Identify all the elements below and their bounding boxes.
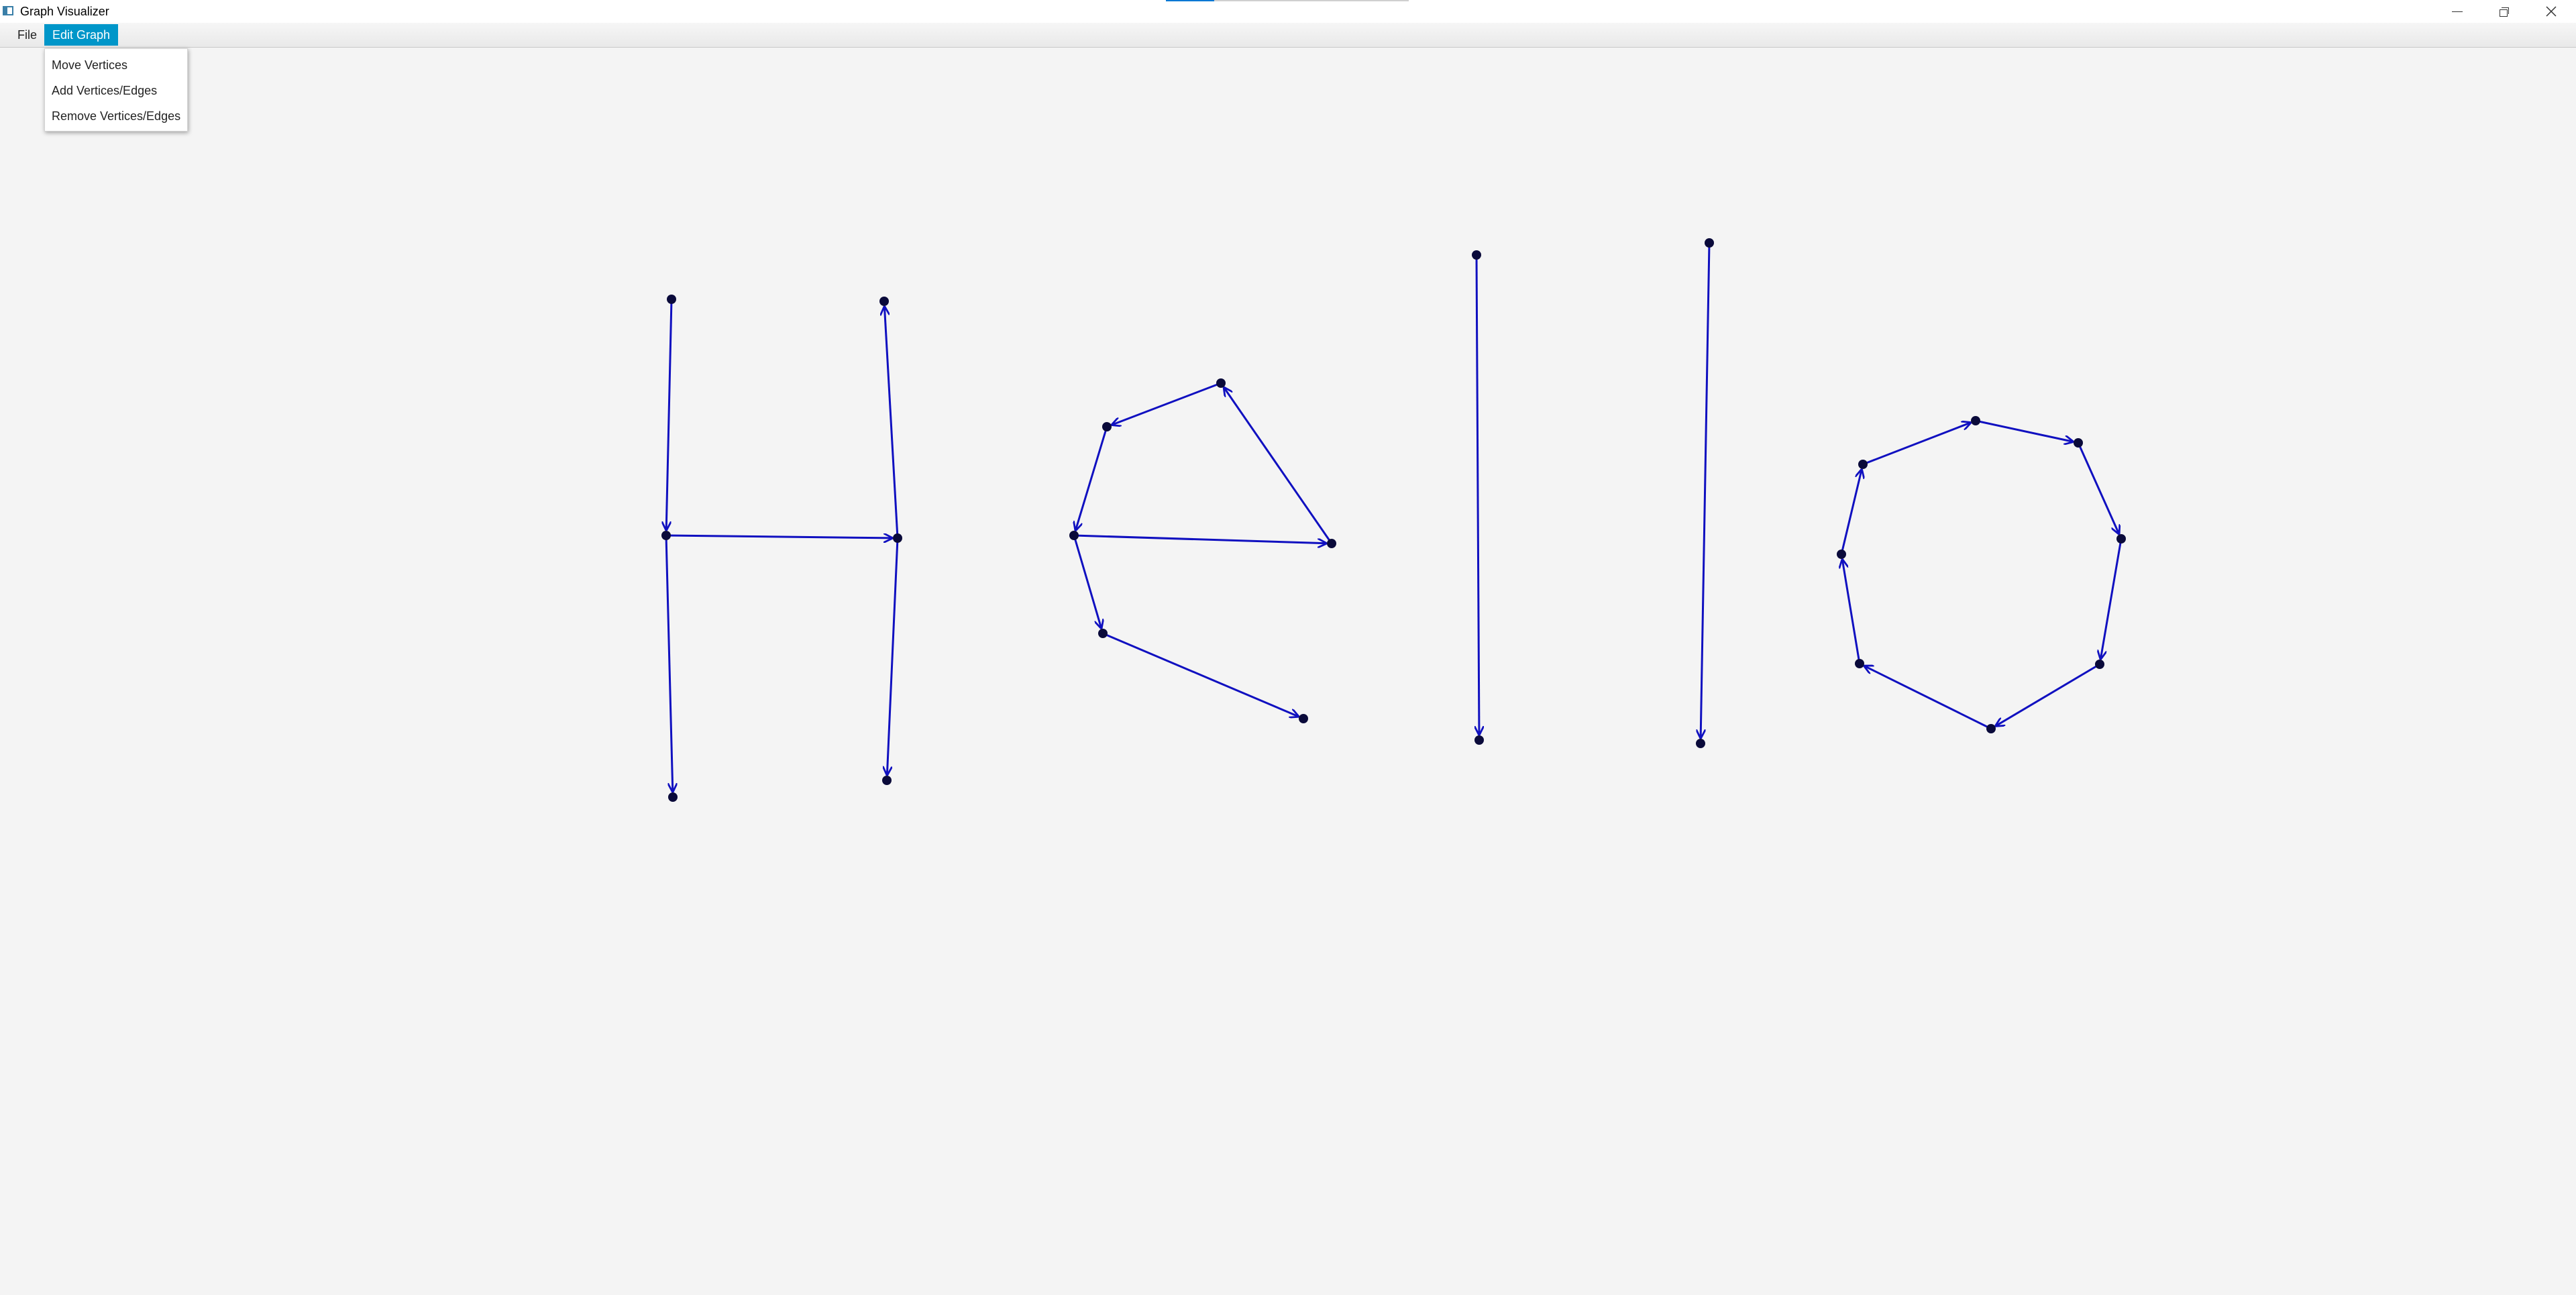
menu-item-add-vertices-edges[interactable]: Add Vertices/Edges bbox=[45, 79, 187, 103]
graph-vertex[interactable] bbox=[1102, 422, 1112, 431]
restore-icon bbox=[2500, 7, 2509, 17]
graph-edge[interactable] bbox=[2100, 538, 2123, 660]
graph-vertex[interactable] bbox=[668, 792, 678, 802]
graph-edge[interactable] bbox=[2077, 442, 2119, 535]
graph-canvas[interactable] bbox=[0, 48, 2576, 1295]
menu-edit-graph[interactable]: Edit Graph bbox=[44, 24, 119, 46]
graph-edge[interactable] bbox=[666, 299, 673, 531]
graph-edge[interactable] bbox=[1864, 666, 1992, 730]
graph-vertex[interactable] bbox=[1474, 735, 1484, 745]
restore-button[interactable] bbox=[2481, 0, 2528, 23]
graph-edge[interactable] bbox=[1073, 535, 1102, 629]
graph-vertex[interactable] bbox=[667, 295, 676, 304]
graph-vertex[interactable] bbox=[1986, 724, 1996, 733]
graph-vertex[interactable] bbox=[661, 531, 671, 540]
graph-vertex[interactable] bbox=[1837, 550, 1846, 559]
window-title: Graph Visualizer bbox=[20, 5, 109, 18]
graph-vertex[interactable] bbox=[1216, 378, 1226, 388]
menu-item-remove-vertices-edges[interactable]: Remove Vertices/Edges bbox=[45, 104, 187, 128]
graph-edge[interactable] bbox=[1995, 663, 2100, 726]
graph-vertex[interactable] bbox=[2074, 438, 2083, 448]
title-bar: Graph Visualizer bbox=[0, 0, 2576, 23]
minimize-button[interactable] bbox=[2434, 0, 2481, 23]
graph-edge[interactable] bbox=[1477, 254, 1479, 735]
graph-edges bbox=[665, 242, 2123, 792]
graph-edge[interactable] bbox=[1102, 632, 1299, 717]
graph-edge[interactable] bbox=[887, 537, 899, 776]
graph-edge[interactable] bbox=[1073, 534, 1327, 543]
graph-vertex[interactable] bbox=[1327, 539, 1336, 548]
edit-graph-dropdown: Move Vertices Add Vertices/Edges Remove … bbox=[44, 48, 188, 132]
graph-vertex[interactable] bbox=[1098, 629, 1108, 638]
minimize-icon bbox=[2452, 11, 2463, 12]
graph-vertex[interactable] bbox=[1472, 250, 1481, 260]
graph-vertex[interactable] bbox=[2095, 660, 2104, 669]
graph-edge[interactable] bbox=[1842, 559, 1861, 664]
graph-edge[interactable] bbox=[1224, 387, 1333, 544]
graph-edge[interactable] bbox=[1840, 469, 1862, 555]
graph-vertex[interactable] bbox=[1299, 714, 1308, 723]
graph-edge[interactable] bbox=[1975, 419, 2074, 442]
close-icon bbox=[2546, 6, 2557, 17]
graph-vertex[interactable] bbox=[1069, 531, 1079, 540]
graph-edge[interactable] bbox=[1701, 242, 1711, 739]
graph-edge[interactable] bbox=[665, 535, 673, 792]
graph-edge[interactable] bbox=[665, 535, 893, 538]
graph-vertex[interactable] bbox=[1696, 739, 1705, 748]
graph-vertex[interactable] bbox=[882, 776, 892, 785]
graph-vertex[interactable] bbox=[2116, 534, 2126, 543]
app-icon bbox=[3, 6, 13, 15]
close-button[interactable] bbox=[2528, 0, 2575, 23]
menu-bar: File Edit Graph bbox=[0, 23, 2576, 48]
menu-file[interactable]: File bbox=[9, 24, 45, 46]
graph-vertex[interactable] bbox=[893, 533, 902, 543]
graph-vertex[interactable] bbox=[1858, 460, 1868, 469]
graph-edge[interactable] bbox=[884, 306, 899, 539]
graph-vertex[interactable] bbox=[1705, 238, 1714, 248]
graph-edge[interactable] bbox=[1112, 382, 1222, 425]
menu-item-move-vertices[interactable]: Move Vertices bbox=[45, 53, 187, 77]
graph-vertex[interactable] bbox=[879, 297, 889, 306]
graph-vertex[interactable] bbox=[1855, 659, 1864, 668]
graph-edge[interactable] bbox=[1075, 426, 1108, 531]
title-accent-bar-secondary bbox=[1214, 0, 1409, 1]
graph-vertices bbox=[661, 238, 2126, 802]
graph-edge[interactable] bbox=[1862, 423, 1971, 466]
graph-vertex[interactable] bbox=[1971, 416, 1980, 425]
title-accent-bar bbox=[1166, 0, 1214, 1]
